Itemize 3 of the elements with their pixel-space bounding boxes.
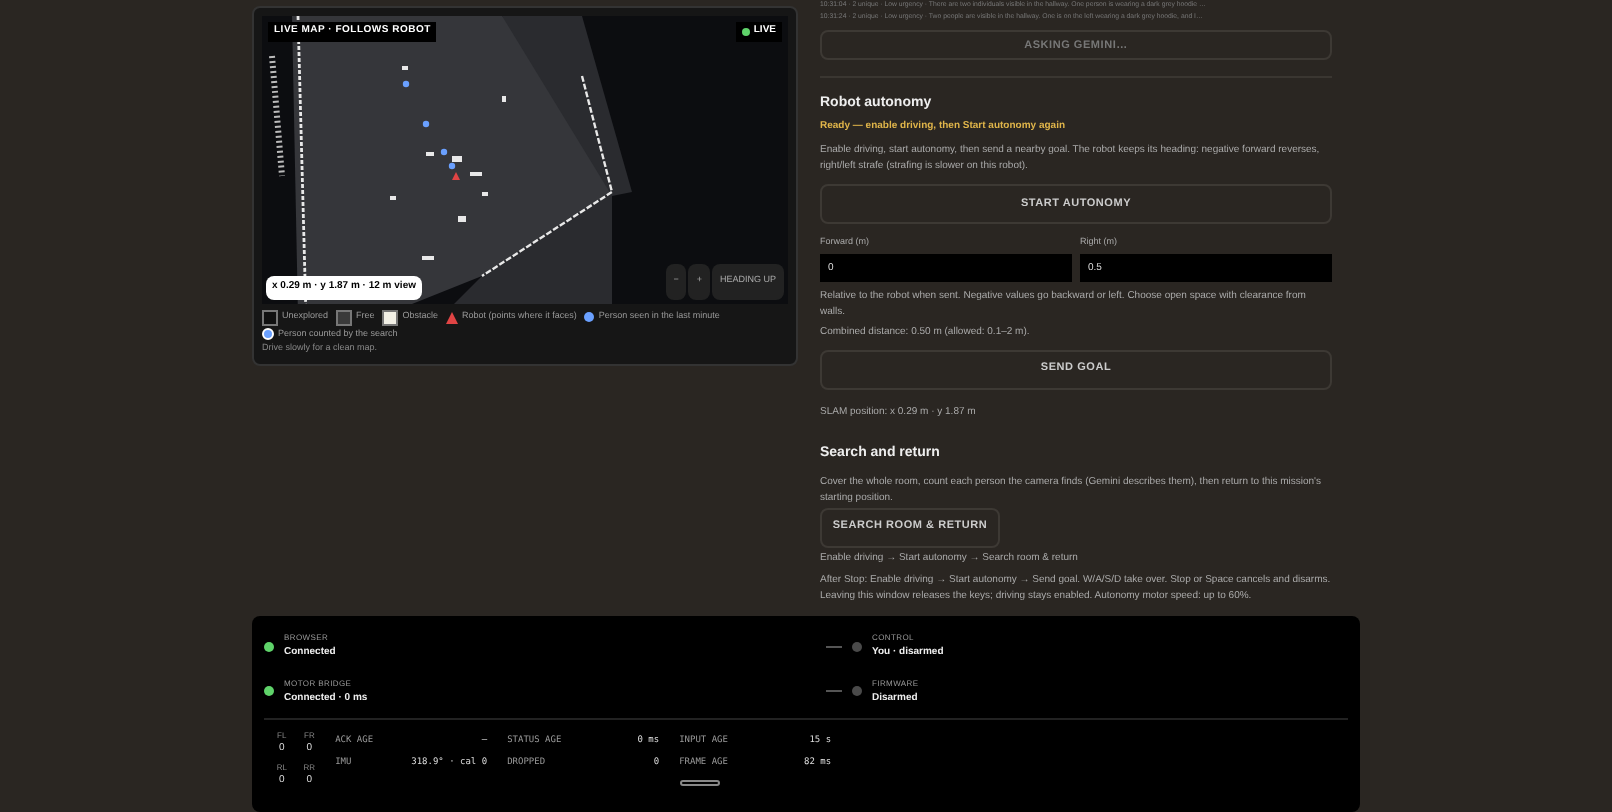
connector-line — [826, 645, 842, 648]
connector-line — [826, 690, 842, 693]
pill-outline — [679, 779, 720, 785]
